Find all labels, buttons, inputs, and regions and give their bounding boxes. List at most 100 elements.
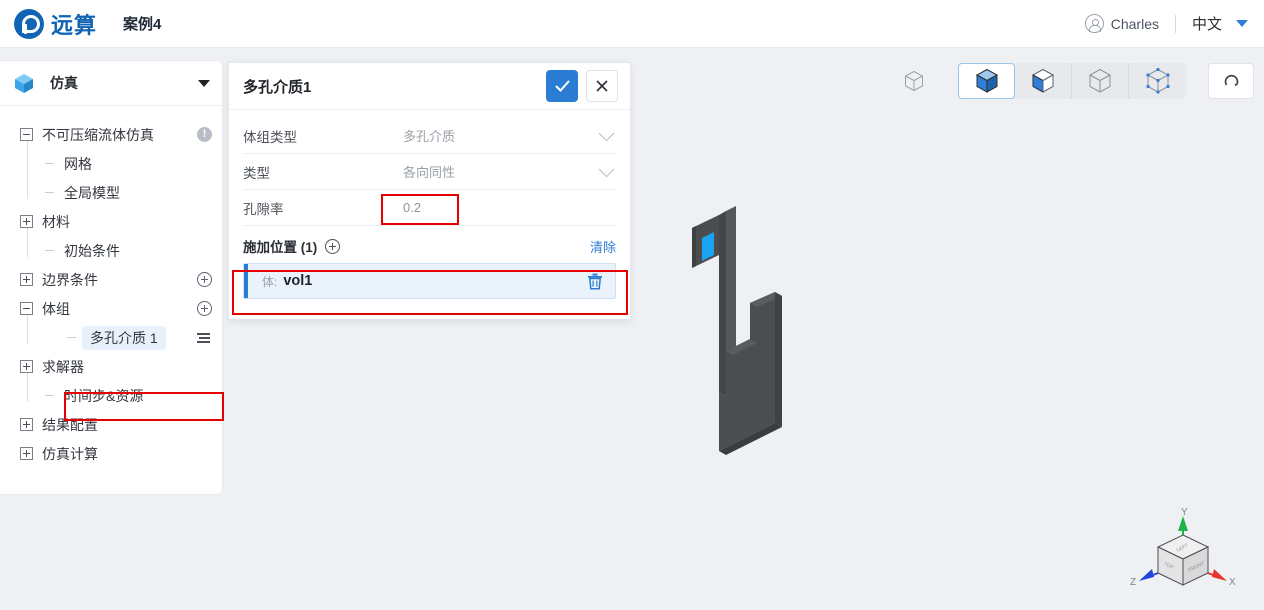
- tree-item-label: 全局模型: [64, 184, 120, 201]
- confirm-button[interactable]: [546, 70, 578, 102]
- view-solid-button[interactable]: [958, 63, 1015, 99]
- field-row-volume-group-type[interactable]: 体组类型 多孔介质: [243, 118, 616, 154]
- simulation-tree: 不可压缩流体仿真 ! 网格 全局模型 材料 初始条件 边界条件 体组 多孔介质 …: [0, 106, 222, 468]
- tree-item-label: 体组: [42, 300, 70, 317]
- panel-title: 多孔介质1: [243, 78, 312, 96]
- tree-guide-line: [27, 228, 28, 257]
- axis-triad-widget[interactable]: LEFT TOP FRONT Y X Z: [1128, 507, 1238, 602]
- field-row-porosity[interactable]: 孔隙率 0.2: [243, 190, 616, 226]
- tree-item-material[interactable]: 材料: [0, 207, 222, 236]
- tree-item-label: 结果配置: [42, 416, 98, 433]
- tree-item-label: 求解器: [42, 358, 84, 375]
- header-divider: [1174, 14, 1176, 33]
- top-header-bar: 远算 案例4 Charles 中文: [0, 0, 1264, 48]
- axis-label-x: X: [1229, 577, 1236, 588]
- collapse-toggle-icon[interactable]: [20, 128, 33, 141]
- porous-media-geometry[interactable]: [678, 193, 848, 508]
- chevron-down-icon[interactable]: [598, 161, 615, 178]
- chevron-down-icon[interactable]: [1236, 20, 1248, 27]
- tree-item-mesh[interactable]: 网格: [0, 141, 222, 178]
- field-row-type[interactable]: 类型 各向同性: [243, 154, 616, 190]
- tree-leaf-icon: [42, 389, 55, 402]
- brand-logo[interactable]: 远算: [14, 8, 97, 40]
- tree-item-incompressible-flow[interactable]: 不可压缩流体仿真 !: [0, 120, 222, 149]
- add-icon[interactable]: [197, 272, 212, 287]
- outline-cube-icon: [1089, 68, 1111, 93]
- expand-toggle-icon[interactable]: [20, 273, 33, 286]
- collapse-toggle-icon[interactable]: [20, 302, 33, 315]
- field-label: 孔隙率: [243, 201, 284, 217]
- sidebar-module-header[interactable]: 仿真: [0, 61, 222, 106]
- clear-link[interactable]: 清除: [590, 237, 616, 256]
- chevron-down-icon[interactable]: [598, 125, 615, 142]
- tree-item-label: 不可压缩流体仿真: [42, 126, 154, 143]
- warning-icon: !: [197, 127, 212, 142]
- field-value: 多孔介质: [403, 129, 456, 144]
- tree-item-solver[interactable]: 求解器: [0, 352, 222, 381]
- expand-toggle-icon[interactable]: [20, 215, 33, 228]
- list-icon[interactable]: [196, 331, 212, 345]
- close-button[interactable]: [586, 70, 618, 102]
- panel-actions: [546, 70, 618, 102]
- axis-label-y: Y: [1181, 507, 1188, 518]
- solid-edges-cube-icon: [1031, 68, 1055, 93]
- view-outline-button[interactable]: [1072, 63, 1129, 99]
- tree-item-simulation-run[interactable]: 仿真计算: [0, 439, 222, 468]
- viewport-toolbar: [896, 63, 1254, 99]
- header-right-cluster: Charles 中文: [1084, 13, 1248, 34]
- porosity-input[interactable]: 0.2: [403, 200, 616, 215]
- tree-item-boundary-condition[interactable]: 边界条件: [0, 265, 222, 294]
- tree-item-porous-media-1[interactable]: 多孔介质 1: [0, 315, 222, 352]
- applied-location-item[interactable]: 体: vol1: [243, 263, 616, 299]
- wireframe-cube-icon: [905, 70, 923, 92]
- points-cube-icon: [1145, 68, 1170, 94]
- caret-down-icon[interactable]: [198, 79, 210, 87]
- tree-item-timestep-resource[interactable]: 时间步&资源: [0, 373, 222, 410]
- view-points-button[interactable]: [1129, 63, 1186, 99]
- reset-view-icon: [1224, 74, 1238, 86]
- rocket-logo-icon: [14, 8, 44, 39]
- tree-guide-line: [27, 170, 28, 199]
- tree-item-initial-condition[interactable]: 初始条件: [0, 228, 222, 265]
- applied-location-section-header: 施加位置 (1) 清除: [243, 236, 616, 263]
- expand-toggle-icon[interactable]: [20, 418, 33, 431]
- field-label: 体组类型: [243, 129, 297, 145]
- sidebar-module-label: 仿真: [50, 75, 78, 91]
- tree-guide-line: [27, 141, 28, 170]
- user-avatar-icon: [1084, 14, 1104, 33]
- section-title: 施加位置 (1): [243, 240, 318, 255]
- tree-item-result-config[interactable]: 结果配置: [0, 410, 222, 439]
- tree-leaf-icon: [64, 331, 77, 344]
- view-solid-edges-button[interactable]: [1015, 63, 1072, 99]
- view-mode-group: [958, 63, 1186, 99]
- tree-leaf-icon: [42, 244, 55, 257]
- field-label: 类型: [243, 165, 270, 181]
- tree-item-global-model[interactable]: 全局模型: [0, 170, 222, 207]
- add-icon[interactable]: [197, 301, 212, 316]
- user-menu[interactable]: Charles: [1084, 14, 1159, 33]
- close-icon: [596, 80, 608, 92]
- tree-leaf-icon: [42, 186, 55, 199]
- tree-item-label: 多孔介质 1: [82, 325, 166, 350]
- tree-leaf-icon: [42, 157, 55, 170]
- trash-icon[interactable]: [587, 273, 603, 290]
- view-wireframe-button[interactable]: [896, 63, 932, 99]
- tree-item-label: 网格: [64, 155, 92, 172]
- expand-toggle-icon[interactable]: [20, 360, 33, 373]
- language-label[interactable]: 中文: [1192, 13, 1222, 34]
- panel-body: 体组类型 多孔介质 类型 各向同性 孔隙率 0.2 施加位置 (1) 清除 体:…: [229, 110, 630, 299]
- expand-toggle-icon[interactable]: [20, 447, 33, 460]
- reset-view-button[interactable]: [1208, 63, 1254, 99]
- panel-header: 多孔介质1: [229, 63, 630, 110]
- axis-label-z: Z: [1130, 577, 1137, 588]
- item-name: vol1: [283, 273, 313, 289]
- field-value: 各向同性: [403, 165, 456, 180]
- tree-guide-line: [27, 373, 28, 402]
- case-title: 案例4: [123, 16, 162, 33]
- item-prefix: 体:: [262, 274, 278, 289]
- tree-item-volume-group[interactable]: 体组: [0, 294, 222, 323]
- tree-item-label: 材料: [42, 213, 70, 230]
- tree-item-label: 边界条件: [42, 271, 98, 288]
- add-circle-icon[interactable]: [325, 238, 341, 254]
- tree-guide-line: [27, 315, 28, 344]
